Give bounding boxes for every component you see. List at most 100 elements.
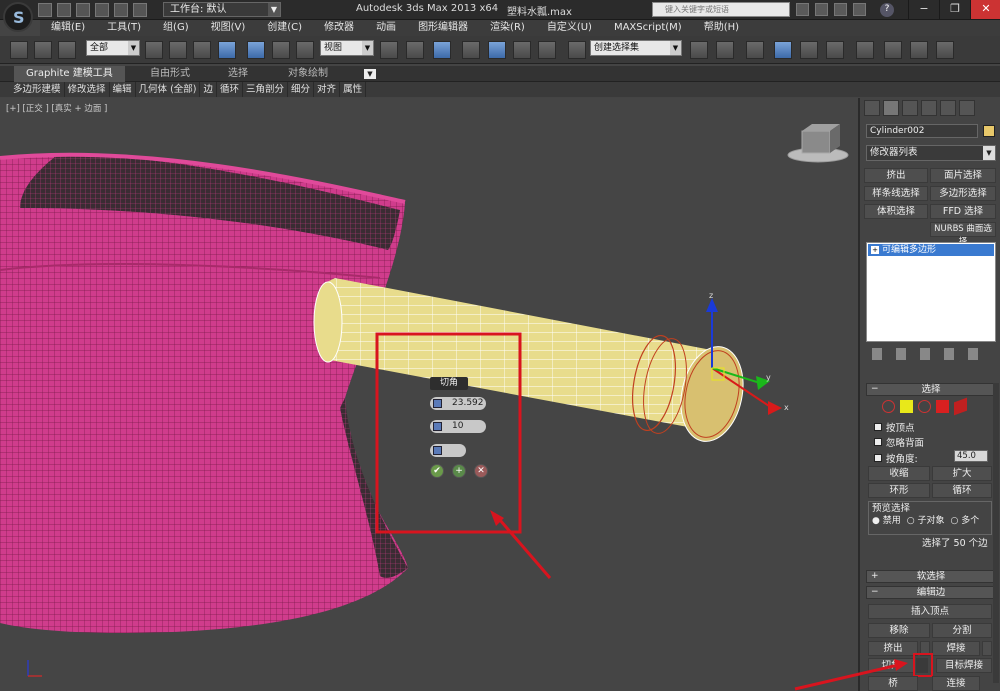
ignore-backfacing-checkbox[interactable]: 忽略背面 xyxy=(874,435,924,449)
chamfer-amount-field[interactable]: 23.592 xyxy=(430,397,486,410)
align-icon[interactable] xyxy=(716,41,734,59)
remove-button[interactable]: 移除 xyxy=(868,623,930,638)
minimize-button[interactable]: − xyxy=(908,0,939,19)
create-tab-icon[interactable] xyxy=(864,100,880,116)
modifier-stack[interactable]: + 可编辑多边形 xyxy=(866,242,996,342)
keyboard-shortcut-override-icon[interactable] xyxy=(433,41,451,59)
material-editor-icon[interactable] xyxy=(856,41,874,59)
reference-coordinate-dropdown[interactable]: 视图 ▼ xyxy=(320,40,374,56)
curve-editor-icon[interactable] xyxy=(800,41,818,59)
ribbon-options-icon[interactable]: ▼ xyxy=(364,69,376,79)
by-vertex-checkbox[interactable]: 按顶点 xyxy=(874,420,915,434)
tools-icon[interactable] xyxy=(815,3,828,16)
make-unique-icon[interactable] xyxy=(920,348,930,360)
named-selection-dropdown[interactable]: 创建选择集 ▼ xyxy=(590,40,682,56)
panel-loops[interactable]: 循环 xyxy=(217,82,244,97)
pivot-center-icon[interactable] xyxy=(380,41,398,59)
maximize-button[interactable]: ❐ xyxy=(939,0,970,19)
project-folder-icon[interactable] xyxy=(133,3,147,17)
panel-subdivision[interactable]: 细分 xyxy=(288,82,315,97)
tab-selection[interactable]: 选择 xyxy=(228,66,248,82)
apply-button[interactable]: + xyxy=(452,464,466,478)
preview-off-radio[interactable]: 禁用 xyxy=(872,513,901,526)
render-production-icon[interactable] xyxy=(936,41,954,59)
schematic-view-icon[interactable] xyxy=(826,41,844,59)
menu-tools[interactable]: 工具(T) xyxy=(96,20,152,36)
stack-item-editable-poly[interactable]: + 可编辑多边形 xyxy=(868,244,994,256)
rotate-icon[interactable] xyxy=(272,41,290,59)
help-icon[interactable]: ? xyxy=(880,3,894,17)
border-level-icon[interactable] xyxy=(918,400,931,413)
grow-button[interactable]: 扩大 xyxy=(932,466,992,481)
connect-button[interactable]: 连接 xyxy=(932,676,980,691)
object-color-swatch[interactable] xyxy=(983,125,995,137)
ok-button[interactable]: ✔ xyxy=(430,464,444,478)
modifier-button-poly-select[interactable]: 多边形选择 xyxy=(930,186,996,201)
rectangular-selection-icon[interactable] xyxy=(193,41,211,59)
undo-icon[interactable] xyxy=(95,3,109,17)
app-logo-icon[interactable]: S xyxy=(3,2,33,32)
modifier-list-dropdown[interactable]: 修改器列表 ▼ xyxy=(866,145,996,161)
handle-cylinder[interactable] xyxy=(313,278,751,447)
menu-views[interactable]: 视图(V) xyxy=(200,20,257,36)
link-icon[interactable] xyxy=(10,41,28,59)
unlink-icon[interactable] xyxy=(34,41,52,59)
chamfer-segments-field[interactable]: 10 xyxy=(430,420,486,433)
object-name-field[interactable]: Cylinder002 xyxy=(866,124,978,138)
command-panel-scrollbar[interactable] xyxy=(993,383,999,683)
save-file-icon[interactable] xyxy=(76,3,90,17)
motion-tab-icon[interactable] xyxy=(921,100,937,116)
cancel-button[interactable]: ✕ xyxy=(474,464,488,478)
modifier-button-extrude[interactable]: 挤出 xyxy=(864,168,928,183)
loop-button[interactable]: 循环 xyxy=(932,483,992,498)
select-manipulate-icon[interactable] xyxy=(406,41,424,59)
edge-level-icon[interactable] xyxy=(900,400,913,413)
tab-freeform[interactable]: 自由形式 xyxy=(150,66,190,82)
rendered-frame-window-icon[interactable] xyxy=(910,41,928,59)
new-file-icon[interactable] xyxy=(38,3,52,17)
panel-align[interactable]: 对齐 xyxy=(314,82,341,97)
caddy-title[interactable]: 切角 xyxy=(430,377,468,390)
edit-named-selection-icon[interactable] xyxy=(568,41,586,59)
polygon-level-icon[interactable] xyxy=(936,400,949,413)
menu-edit[interactable]: 编辑(E) xyxy=(40,20,96,36)
element-level-icon[interactable] xyxy=(954,397,967,416)
snaps-toggle-icon[interactable] xyxy=(462,41,480,59)
panel-polygon-modeling[interactable]: 多边形建模 xyxy=(10,82,65,97)
angle-snap-icon[interactable] xyxy=(488,41,506,59)
expand-icon[interactable]: + xyxy=(871,246,879,254)
spinner-snap-icon[interactable] xyxy=(538,41,556,59)
selection-rollout-header[interactable]: − 选择 xyxy=(866,383,996,396)
modify-tab-icon[interactable] xyxy=(883,100,899,116)
render-setup-icon[interactable] xyxy=(884,41,902,59)
close-button[interactable]: ✕ xyxy=(970,0,1000,19)
insert-vertex-button[interactable]: 插入顶点 xyxy=(868,604,992,619)
remove-modifier-icon[interactable] xyxy=(944,348,954,360)
menu-create[interactable]: 创建(C) xyxy=(256,20,313,36)
bowl-mesh[interactable] xyxy=(0,152,408,633)
move-icon[interactable] xyxy=(247,41,265,59)
weld-settings-button[interactable] xyxy=(982,641,992,656)
workspace-dropdown[interactable]: 工作台: 默认 ▼ xyxy=(163,2,281,17)
utilities-tab-icon[interactable] xyxy=(959,100,975,116)
graphite-toggle-icon[interactable] xyxy=(774,41,792,59)
chamfer-open-toggle[interactable] xyxy=(430,444,466,457)
viewport-front[interactable]: [+] [正交 ] [真实 + 边面 ] x y z 切角 23.592 10 … xyxy=(0,98,858,691)
pin-stack-icon[interactable] xyxy=(872,348,882,360)
scale-icon[interactable] xyxy=(296,41,314,59)
preview-multi-radio[interactable]: 多个 xyxy=(950,513,979,526)
panel-modify-selection[interactable]: 修改选择 xyxy=(65,82,110,97)
window-crossing-icon[interactable] xyxy=(218,41,236,59)
configure-sets-icon[interactable] xyxy=(968,348,978,360)
split-button[interactable]: 分割 xyxy=(932,623,992,638)
select-by-name-icon[interactable] xyxy=(169,41,187,59)
modifier-button-ffd-select[interactable]: FFD 选择 xyxy=(930,204,996,219)
angle-spinner[interactable]: 45.0 xyxy=(954,450,988,462)
menu-rendering[interactable]: 渲染(R) xyxy=(479,20,536,36)
search-input[interactable]: 键入关键字或短语 xyxy=(652,2,790,17)
select-object-icon[interactable] xyxy=(145,41,163,59)
modifier-button-patch-select[interactable]: 面片选择 xyxy=(930,168,996,183)
binoculars-icon[interactable] xyxy=(796,3,809,16)
menu-help[interactable]: 帮助(H) xyxy=(693,20,750,36)
panel-geometry-all[interactable]: 几何体 (全部) xyxy=(136,82,201,97)
